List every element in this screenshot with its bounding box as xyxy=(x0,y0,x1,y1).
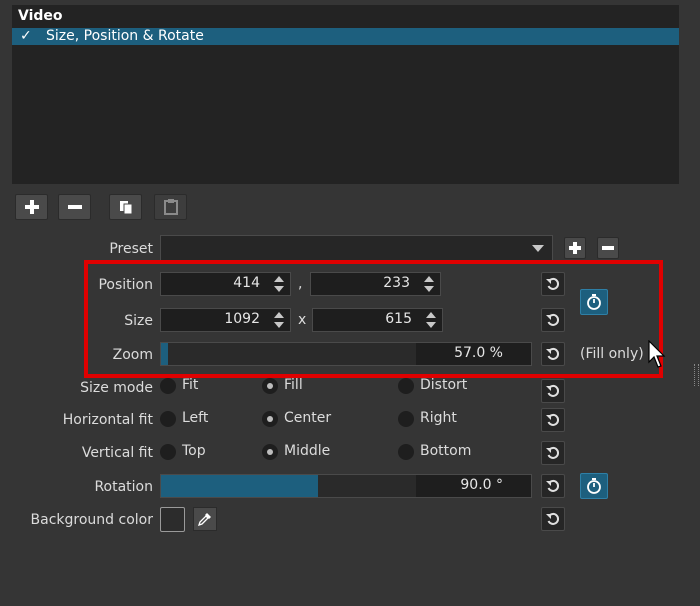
horizontal-fit-reset-button[interactable] xyxy=(541,408,565,432)
size-mode-distort-radio[interactable] xyxy=(398,378,414,394)
horizontal-fit-right-radio[interactable] xyxy=(398,411,414,427)
horizontal-fit-label: Horizontal fit xyxy=(62,412,153,428)
delete-preset-button[interactable] xyxy=(597,237,619,259)
preset-label: Preset xyxy=(109,241,153,257)
video-section-header: Video xyxy=(18,8,63,24)
minus-icon xyxy=(602,246,614,250)
vertical-fit-middle-radio[interactable] xyxy=(262,444,278,460)
filter-enabled-checkbox[interactable]: ✓ xyxy=(20,28,32,45)
vertical-fit-label: Vertical fit xyxy=(81,445,153,461)
eyedropper-icon xyxy=(198,513,211,526)
plus-icon xyxy=(24,200,39,214)
horizontal-fit-left-radio[interactable] xyxy=(160,411,176,427)
undo-icon xyxy=(546,446,560,459)
horizontal-fit-center-radio[interactable] xyxy=(262,411,278,427)
save-preset-button[interactable] xyxy=(564,237,586,259)
horizontal-fit-right-label[interactable]: Right xyxy=(420,410,457,426)
add-filter-button[interactable] xyxy=(15,194,48,220)
rotation-reset-button[interactable] xyxy=(541,474,565,498)
size-mode-reset-button[interactable] xyxy=(541,379,565,403)
dock-resize-handle[interactable] xyxy=(694,364,699,386)
copy-icon xyxy=(119,201,132,214)
rotation-keyframes-button[interactable] xyxy=(580,473,608,499)
size-mode-fit-radio[interactable] xyxy=(160,378,176,394)
rotation-slider-fill xyxy=(161,475,319,497)
chevron-down-icon xyxy=(532,245,544,252)
vertical-fit-top-radio[interactable] xyxy=(160,444,176,460)
rotation-slider[interactable]: 90.0 ° xyxy=(160,474,532,498)
filter-item-label[interactable]: Size, Position & Rotate xyxy=(46,28,204,45)
size-mode-fill-label[interactable]: Fill xyxy=(284,377,303,393)
vertical-fit-reset-button[interactable] xyxy=(541,441,565,465)
stopwatch-icon xyxy=(587,478,601,494)
rotation-value: 90.0 ° xyxy=(460,477,503,493)
paste-filter-button[interactable] xyxy=(154,194,187,220)
background-color-swatch[interactable] xyxy=(160,507,185,532)
paste-icon xyxy=(163,199,178,215)
highlight-annotation xyxy=(84,260,663,378)
rotation-label: Rotation xyxy=(94,479,153,495)
vertical-fit-middle-label[interactable]: Middle xyxy=(284,443,330,459)
remove-filter-button[interactable] xyxy=(58,194,91,220)
color-picker-button[interactable] xyxy=(193,507,217,531)
size-mode-distort-label[interactable]: Distort xyxy=(420,377,467,393)
undo-icon xyxy=(546,384,560,397)
preset-dropdown[interactable] xyxy=(160,235,553,262)
plus-icon xyxy=(569,242,581,254)
undo-icon xyxy=(546,413,560,426)
vertical-fit-bottom-radio[interactable] xyxy=(398,444,414,460)
copy-filter-button[interactable] xyxy=(109,194,142,220)
horizontal-fit-left-label[interactable]: Left xyxy=(182,410,208,426)
background-color-label: Background color xyxy=(30,512,153,528)
size-mode-fit-label[interactable]: Fit xyxy=(182,377,198,393)
mouse-cursor-icon xyxy=(648,340,666,368)
minus-icon xyxy=(67,205,82,209)
undo-icon xyxy=(546,512,560,525)
size-mode-label: Size mode xyxy=(80,380,153,396)
size-mode-fill-radio[interactable] xyxy=(262,378,278,394)
vertical-fit-bottom-label[interactable]: Bottom xyxy=(420,443,471,459)
background-color-reset-button[interactable] xyxy=(541,507,565,531)
horizontal-fit-center-label[interactable]: Center xyxy=(284,410,331,426)
vertical-fit-top-label[interactable]: Top xyxy=(182,443,206,459)
undo-icon xyxy=(546,479,560,492)
